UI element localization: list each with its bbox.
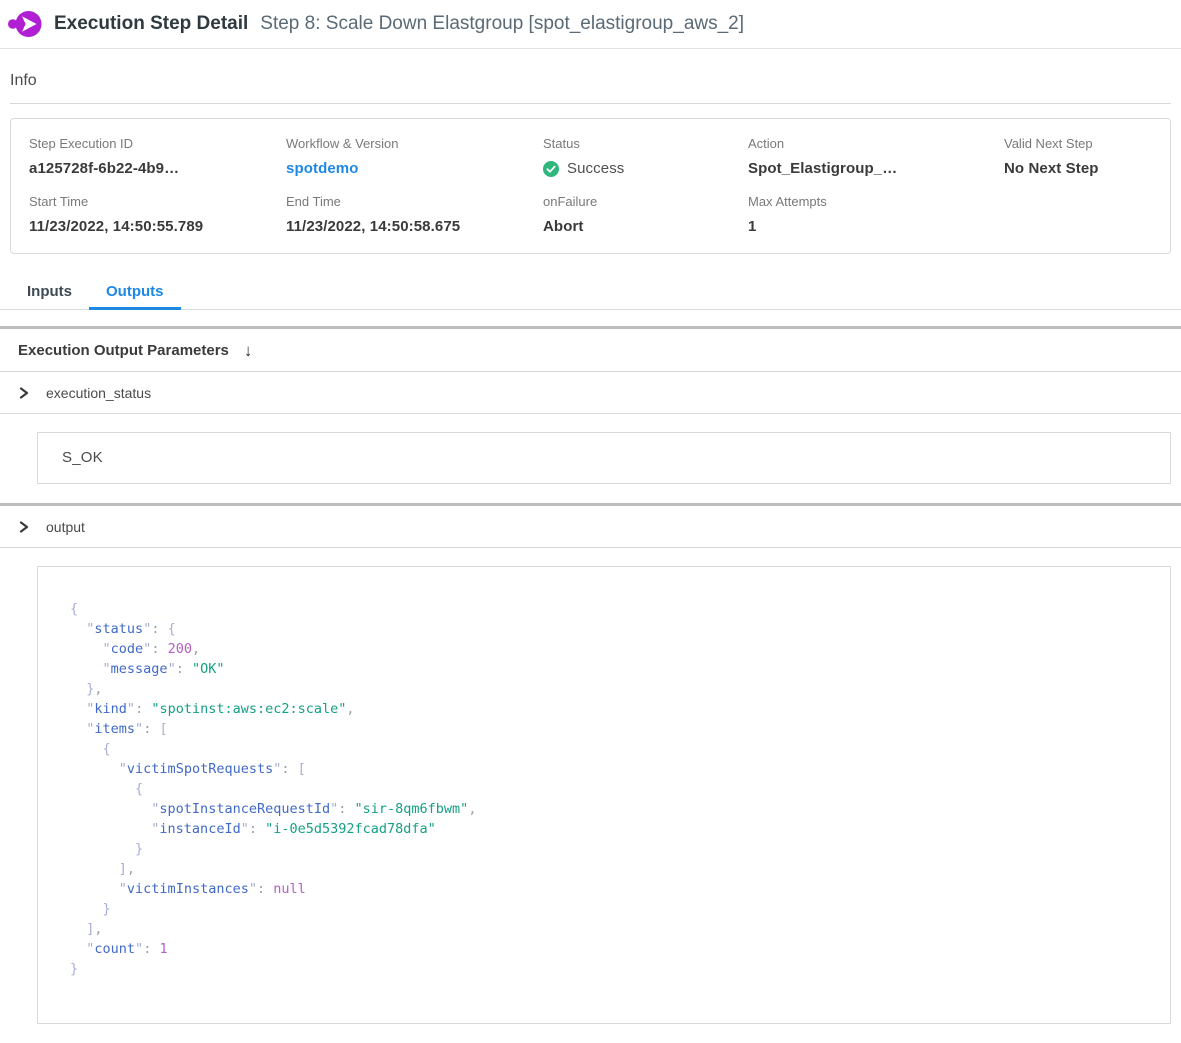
output-json-code: { "status": { "code": 200, "message": "O… <box>37 566 1171 1024</box>
field-end-time: End Time 11/23/2022, 14:50:58.675 <box>286 194 543 235</box>
param-name-execution-status: execution_status <box>46 385 151 401</box>
tab-outputs[interactable]: Outputs <box>89 279 181 310</box>
code-line: "count": 1 <box>70 939 1150 959</box>
accordion-execution-status[interactable]: execution_status <box>0 372 1181 414</box>
code-line: { <box>70 599 1150 619</box>
page-header: Execution Step Detail Step 8: Scale Down… <box>0 0 1181 49</box>
field-value: Spot_Elastigroup_… <box>748 160 1004 177</box>
info-section-title: Info <box>10 49 1171 104</box>
spot-logo-icon <box>8 8 42 40</box>
execution-status-content: S_OK <box>0 414 1181 503</box>
field-onfailure: onFailure Abort <box>543 194 748 235</box>
output-content: { "status": { "code": 200, "message": "O… <box>0 548 1181 1043</box>
code-line: "instanceId": "i-0e5d5392fcad78dfa" <box>70 819 1150 839</box>
field-label: Status <box>543 136 748 151</box>
field-valid-next-step: Valid Next Step No Next Step <box>1004 136 1170 177</box>
info-card: Step Execution ID a125728f-6b22-4b9… Wor… <box>10 118 1171 254</box>
field-start-time: Start Time 11/23/2022, 14:50:55.789 <box>29 194 286 235</box>
field-max-attempts: Max Attempts 1 <box>748 194 1004 235</box>
chevron-right-icon <box>19 387 29 399</box>
field-label: End Time <box>286 194 543 209</box>
field-label: onFailure <box>543 194 748 209</box>
field-status: Status Success <box>543 136 748 177</box>
tab-inputs[interactable]: Inputs <box>10 279 89 310</box>
field-action: Action Spot_Elastigroup_… <box>748 136 1004 177</box>
download-arrow-icon[interactable]: ↓ <box>244 342 253 359</box>
field-value: Success <box>543 160 748 177</box>
field-label: Action <box>748 136 1004 151</box>
code-line: ], <box>70 919 1150 939</box>
code-line: "victimSpotRequests": [ <box>70 759 1150 779</box>
field-label: Workflow & Version <box>286 136 543 151</box>
spacer <box>0 310 1181 326</box>
field-workflow-version: Workflow & Version spotdemo <box>286 136 543 177</box>
code-line: "victimInstances": null <box>70 879 1150 899</box>
workflow-version-link[interactable]: spotdemo <box>286 160 543 177</box>
field-value: No Next Step <box>1004 160 1170 177</box>
field-value: 11/23/2022, 14:50:55.789 <box>29 218 286 235</box>
code-line: { <box>70 779 1150 799</box>
code-line: "items": [ <box>70 719 1150 739</box>
code-line: } <box>70 899 1150 919</box>
info-grid: Step Execution ID a125728f-6b22-4b9… Wor… <box>29 136 1170 235</box>
tab-bar: InputsOutputs <box>0 279 1181 310</box>
field-value: a125728f-6b22-4b9… <box>29 160 286 177</box>
field-label: Valid Next Step <box>1004 136 1170 151</box>
code-line: "spotInstanceRequestId": "sir-8qm6fbwm", <box>70 799 1150 819</box>
field-label: Max Attempts <box>748 194 1004 209</box>
output-parameters-panel: Execution Output Parameters ↓ execution_… <box>0 326 1181 1043</box>
output-parameters-title: Execution Output Parameters <box>18 342 229 359</box>
field-label: Step Execution ID <box>29 136 286 151</box>
output-parameters-header: Execution Output Parameters ↓ <box>0 329 1181 372</box>
success-check-icon <box>543 161 559 177</box>
execution-status-value: S_OK <box>62 449 103 466</box>
field-value: Abort <box>543 218 748 235</box>
status-text: Success <box>567 160 624 177</box>
field-value: 11/23/2022, 14:50:58.675 <box>286 218 543 235</box>
code-line: "message": "OK" <box>70 659 1150 679</box>
code-line: "kind": "spotinst:aws:ec2:scale", <box>70 699 1150 719</box>
chevron-right-icon <box>19 521 29 533</box>
field-value: 1 <box>748 218 1004 235</box>
param-name-output: output <box>46 519 85 535</box>
code-line: ], <box>70 859 1150 879</box>
page-title: Execution Step Detail <box>54 13 248 35</box>
page-subtitle: Step 8: Scale Down Elastgroup [spot_elas… <box>260 13 744 35</box>
code-line: } <box>70 959 1150 979</box>
code-line: }, <box>70 679 1150 699</box>
code-line: { <box>70 739 1150 759</box>
accordion-output[interactable]: output <box>0 506 1181 548</box>
execution-status-value-box: S_OK <box>37 432 1171 484</box>
field-step-execution-id: Step Execution ID a125728f-6b22-4b9… <box>29 136 286 177</box>
field-label: Start Time <box>29 194 286 209</box>
code-line: } <box>70 839 1150 859</box>
code-line: "status": { <box>70 619 1150 639</box>
code-line: "code": 200, <box>70 639 1150 659</box>
